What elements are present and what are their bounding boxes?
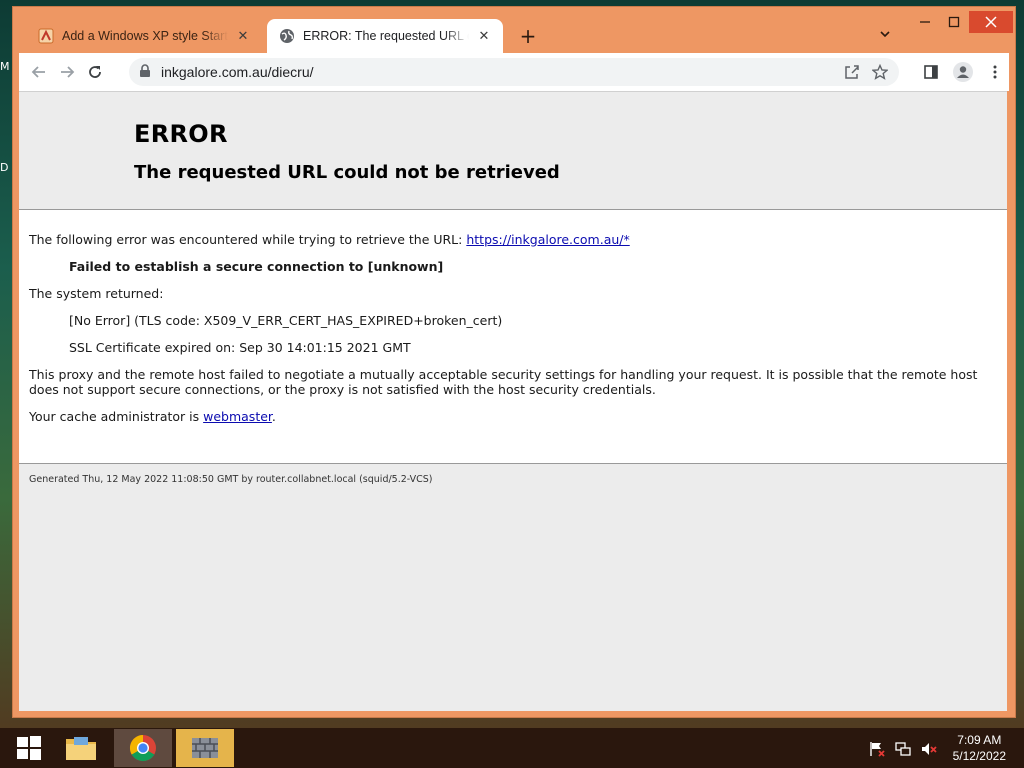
error-header: ERROR The requested URL could not be ret… xyxy=(19,92,1007,210)
retrieved-url-link[interactable]: https://inkgalore.com.au/* xyxy=(466,232,629,247)
error-body: The following error was encountered whil… xyxy=(19,210,1007,464)
start-button[interactable] xyxy=(0,729,58,767)
maximize-button[interactable] xyxy=(938,11,970,33)
page-footer: Generated Thu, 12 May 2022 11:08:50 GMT … xyxy=(29,474,433,485)
chrome-taskbar-icon[interactable] xyxy=(114,729,172,767)
tls-code: [No Error] (TLS code: X509_V_ERR_CERT_HA… xyxy=(69,313,503,328)
ssl-expired: SSL Certificate expired on: Sep 30 14:01… xyxy=(69,340,411,355)
tab-strip: Add a Windows XP style Start Me ✕ ERROR:… xyxy=(13,7,1015,53)
tab-close-icon[interactable]: ✕ xyxy=(234,27,252,45)
new-tab-button[interactable]: + xyxy=(517,25,539,47)
minimize-button[interactable] xyxy=(909,11,941,33)
volume-muted-icon[interactable] xyxy=(920,740,938,762)
chevron-down-icon[interactable] xyxy=(875,27,895,47)
back-icon[interactable] xyxy=(25,58,53,86)
address-bar[interactable]: inkgalore.com.au/diecru/ xyxy=(129,58,899,86)
admin-prefix: Your cache administrator is xyxy=(29,409,204,424)
intro-paragraph: The following error was encountered whil… xyxy=(29,232,997,247)
error-line: Failed to establish a secure connection … xyxy=(69,259,444,274)
forward-icon[interactable] xyxy=(53,58,81,86)
side-panel-icon[interactable] xyxy=(917,58,945,86)
admin-suffix: . xyxy=(271,409,276,424)
explanation-paragraph: This proxy and the remote host failed to… xyxy=(29,367,978,397)
desktop-edge: M D xyxy=(0,60,10,262)
firewall-app-icon[interactable] xyxy=(176,729,234,767)
url-text[interactable]: inkgalore.com.au/diecru/ xyxy=(161,64,314,80)
clock-time: 7:09 AM xyxy=(957,733,1002,747)
tab-title: ERROR: The requested URL could not be re… xyxy=(303,29,469,43)
file-explorer-icon[interactable] xyxy=(52,729,110,767)
more-menu-icon[interactable] xyxy=(981,58,1009,86)
ink-favicon-icon xyxy=(38,28,54,44)
close-window-button[interactable] xyxy=(969,11,1013,33)
tab-active[interactable]: ERROR: The requested URL could not be re… xyxy=(267,19,503,53)
reload-icon[interactable] xyxy=(81,58,109,86)
browser-toolbar: inkgalore.com.au/diecru/ xyxy=(19,53,1009,91)
share-icon[interactable] xyxy=(841,61,863,83)
network-icon[interactable] xyxy=(894,740,912,762)
browser-window: Add a Windows XP style Start Me ✕ ERROR:… xyxy=(12,6,1016,718)
clock-date: 5/12/2022 xyxy=(952,749,1006,763)
desktop-icon-label: M xyxy=(0,60,10,73)
system-tray xyxy=(868,740,938,762)
webmaster-link[interactable]: webmaster xyxy=(203,409,272,424)
globe-icon xyxy=(279,28,295,44)
taskbar: 7:09 AM 5/12/2022 xyxy=(0,728,1024,768)
bookmark-star-icon[interactable] xyxy=(869,61,891,83)
page-title: ERROR xyxy=(134,120,228,148)
taskbar-clock[interactable]: 7:09 AM 5/12/2022 xyxy=(953,732,1006,764)
flag-icon[interactable] xyxy=(868,740,886,762)
page-subtitle: The requested URL could not be retrieved xyxy=(134,162,560,183)
desktop-icon-label: D xyxy=(0,161,9,174)
intro-text: The following error was encountered whil… xyxy=(29,232,467,247)
system-returned-label: The system returned: xyxy=(29,286,164,301)
tab-inactive[interactable]: Add a Windows XP style Start Me ✕ xyxy=(26,19,262,53)
tab-close-icon[interactable]: ✕ xyxy=(475,27,493,45)
page-content: ERROR The requested URL could not be ret… xyxy=(19,91,1007,711)
tab-title: Add a Windows XP style Start Me xyxy=(62,29,228,43)
admin-paragraph: Your cache administrator is webmaster. xyxy=(29,409,997,424)
profile-avatar-icon[interactable] xyxy=(949,58,977,86)
lock-icon[interactable] xyxy=(139,63,151,82)
